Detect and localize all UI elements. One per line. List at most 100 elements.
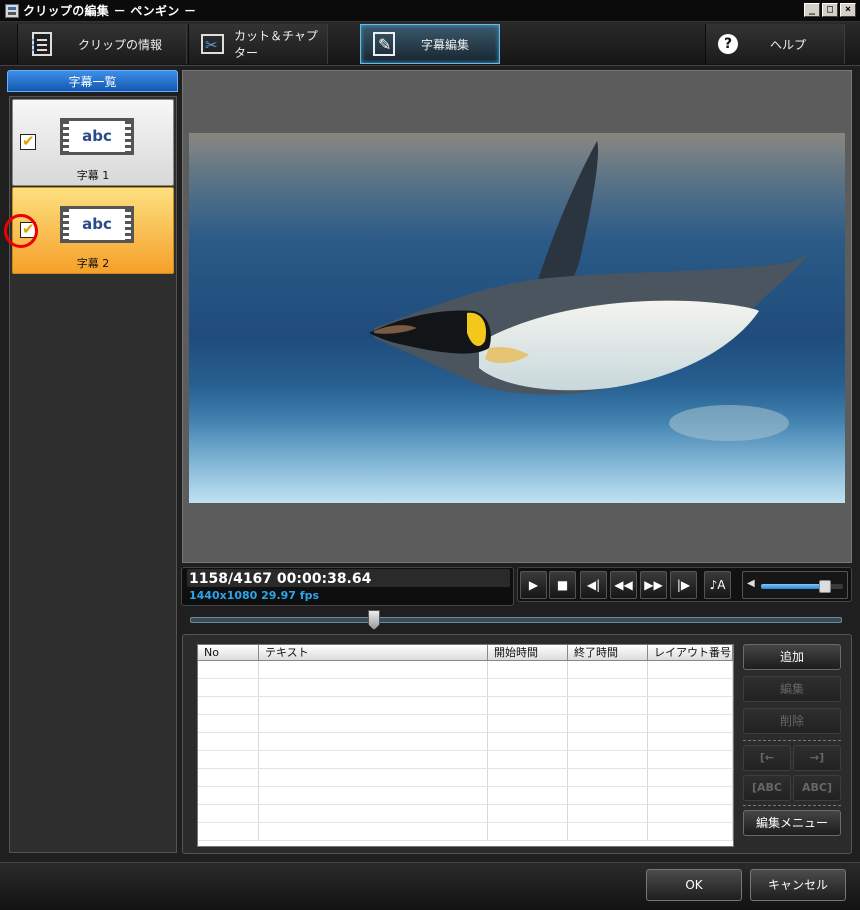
table-cell (568, 715, 648, 732)
subtitle-list[interactable]: abc 字幕 1 abc 字幕 2 (4, 96, 177, 853)
move-buttons: [← →] (743, 745, 841, 771)
table-cell (198, 715, 259, 732)
rewind-icon[interactable]: ◀◀ (610, 571, 637, 599)
table-cell (568, 787, 648, 804)
column-header-text[interactable]: テキスト (259, 645, 488, 660)
table-row[interactable] (198, 787, 733, 805)
ok-button[interactable]: OK (646, 869, 742, 901)
column-header-layout[interactable]: レイアウト番号 (648, 645, 733, 660)
table-row[interactable] (198, 733, 733, 751)
column-header-end[interactable]: 終了時間 (568, 645, 648, 660)
table-row[interactable] (198, 769, 733, 787)
move-left-button[interactable]: [← (743, 745, 791, 771)
volume-fill (761, 584, 825, 589)
subtitle-edit-panel: No テキスト 開始時間 終了時間 レイアウト番号 追加 編集 削除 [← →]… (182, 634, 852, 854)
table-cell (648, 805, 733, 822)
subtitle-thumbnail: abc (60, 206, 134, 243)
table-body (198, 661, 733, 841)
table-cell (259, 751, 488, 768)
subtitle-list-header: 字幕一覧 (7, 70, 178, 92)
table-row[interactable] (198, 805, 733, 823)
table-cell (488, 715, 568, 732)
subtitle-table[interactable]: No テキスト 開始時間 終了時間 レイアウト番号 (197, 644, 734, 847)
edit-menu-button[interactable]: 編集メニュー (743, 810, 841, 836)
tab-help[interactable]: ? ヘルプ (705, 24, 845, 64)
frame-time-readout: 1158/4167 00:00:38.64 (189, 571, 372, 587)
tab-clip-info[interactable]: クリップの情報 (17, 24, 187, 64)
step-back-icon[interactable]: ◀| (580, 571, 607, 599)
table-cell (488, 787, 568, 804)
text-left-button[interactable]: [ABC (743, 775, 791, 801)
table-cell (198, 823, 259, 840)
table-cell (648, 733, 733, 750)
table-cell (488, 679, 568, 696)
tab-bar: クリップの情報 カット＆チャプター 字幕編集 ? ヘルプ (0, 22, 860, 66)
table-cell (568, 769, 648, 786)
help-icon: ? (718, 34, 738, 54)
column-header-no[interactable]: No (198, 645, 259, 660)
annotation-circle (4, 214, 38, 248)
table-cell (198, 805, 259, 822)
video-preview-area (182, 70, 852, 563)
seek-handle[interactable] (368, 610, 380, 630)
maximize-button[interactable]: □ (822, 3, 838, 17)
step-forward-icon[interactable]: |▶ (670, 571, 697, 599)
tab-label: ヘルプ (770, 37, 807, 52)
text-right-button[interactable]: ABC] (793, 775, 841, 801)
subtitle-item-2[interactable]: abc 字幕 2 (4, 187, 174, 274)
table-cell (568, 697, 648, 714)
tab-cut-chapter[interactable]: カット＆チャプター (188, 24, 328, 64)
app-icon (5, 3, 19, 18)
dialog-footer: OK キャンセル (0, 862, 860, 910)
table-cell (648, 661, 733, 678)
window-title: クリップの編集 － ペンギン － (23, 4, 197, 18)
volume-slider[interactable]: ◀ (742, 571, 848, 599)
minimize-button[interactable]: _ (804, 3, 820, 17)
edit-button[interactable]: 編集 (743, 676, 841, 702)
tab-subtitle-edit[interactable]: 字幕編集 (360, 24, 500, 64)
table-cell (198, 679, 259, 696)
table-cell (198, 733, 259, 750)
move-right-button[interactable]: →] (793, 745, 841, 771)
table-cell (198, 697, 259, 714)
table-cell (488, 733, 568, 750)
table-row[interactable] (198, 823, 733, 841)
table-cell (648, 787, 733, 804)
audio-track-icon[interactable]: ♪A (704, 571, 731, 599)
table-cell (648, 769, 733, 786)
volume-track (761, 580, 843, 593)
table-cell (488, 697, 568, 714)
subtitle-list-panel: 字幕一覧 abc 字幕 1 abc 字幕 2 (4, 70, 178, 855)
fast-forward-icon[interactable]: ▶▶ (640, 571, 667, 599)
stop-icon[interactable]: ■ (549, 571, 576, 599)
table-cell (259, 697, 488, 714)
subtitle-item-label: 字幕 2 (76, 257, 110, 270)
add-button[interactable]: 追加 (743, 644, 841, 670)
tab-label: カット＆チャプター (233, 29, 318, 60)
close-button[interactable]: × (840, 3, 856, 17)
subtitle-item-1[interactable]: abc 字幕 1 (12, 99, 174, 186)
table-cell (488, 823, 568, 840)
play-icon[interactable]: ▶ (520, 571, 547, 599)
table-cell (488, 661, 568, 678)
cut-chapter-icon (201, 34, 224, 54)
thumbnail-text: abc (82, 215, 112, 233)
table-row[interactable] (198, 661, 733, 679)
table-row[interactable] (198, 715, 733, 733)
table-row[interactable] (198, 751, 733, 769)
table-cell (259, 715, 488, 732)
seek-bar[interactable] (190, 610, 842, 630)
cancel-button[interactable]: キャンセル (750, 869, 846, 901)
column-header-start[interactable]: 開始時間 (488, 645, 568, 660)
table-row[interactable] (198, 679, 733, 697)
volume-knob[interactable] (819, 580, 831, 593)
delete-button[interactable]: 削除 (743, 708, 841, 734)
table-row[interactable] (198, 697, 733, 715)
table-cell (259, 769, 488, 786)
subtitle-1-checkbox[interactable] (20, 132, 36, 150)
table-cell (488, 805, 568, 822)
subtitle-thumbnail: abc (60, 118, 134, 155)
divider (743, 740, 841, 741)
tab-label: クリップの情報 (78, 37, 163, 52)
table-cell (198, 751, 259, 768)
